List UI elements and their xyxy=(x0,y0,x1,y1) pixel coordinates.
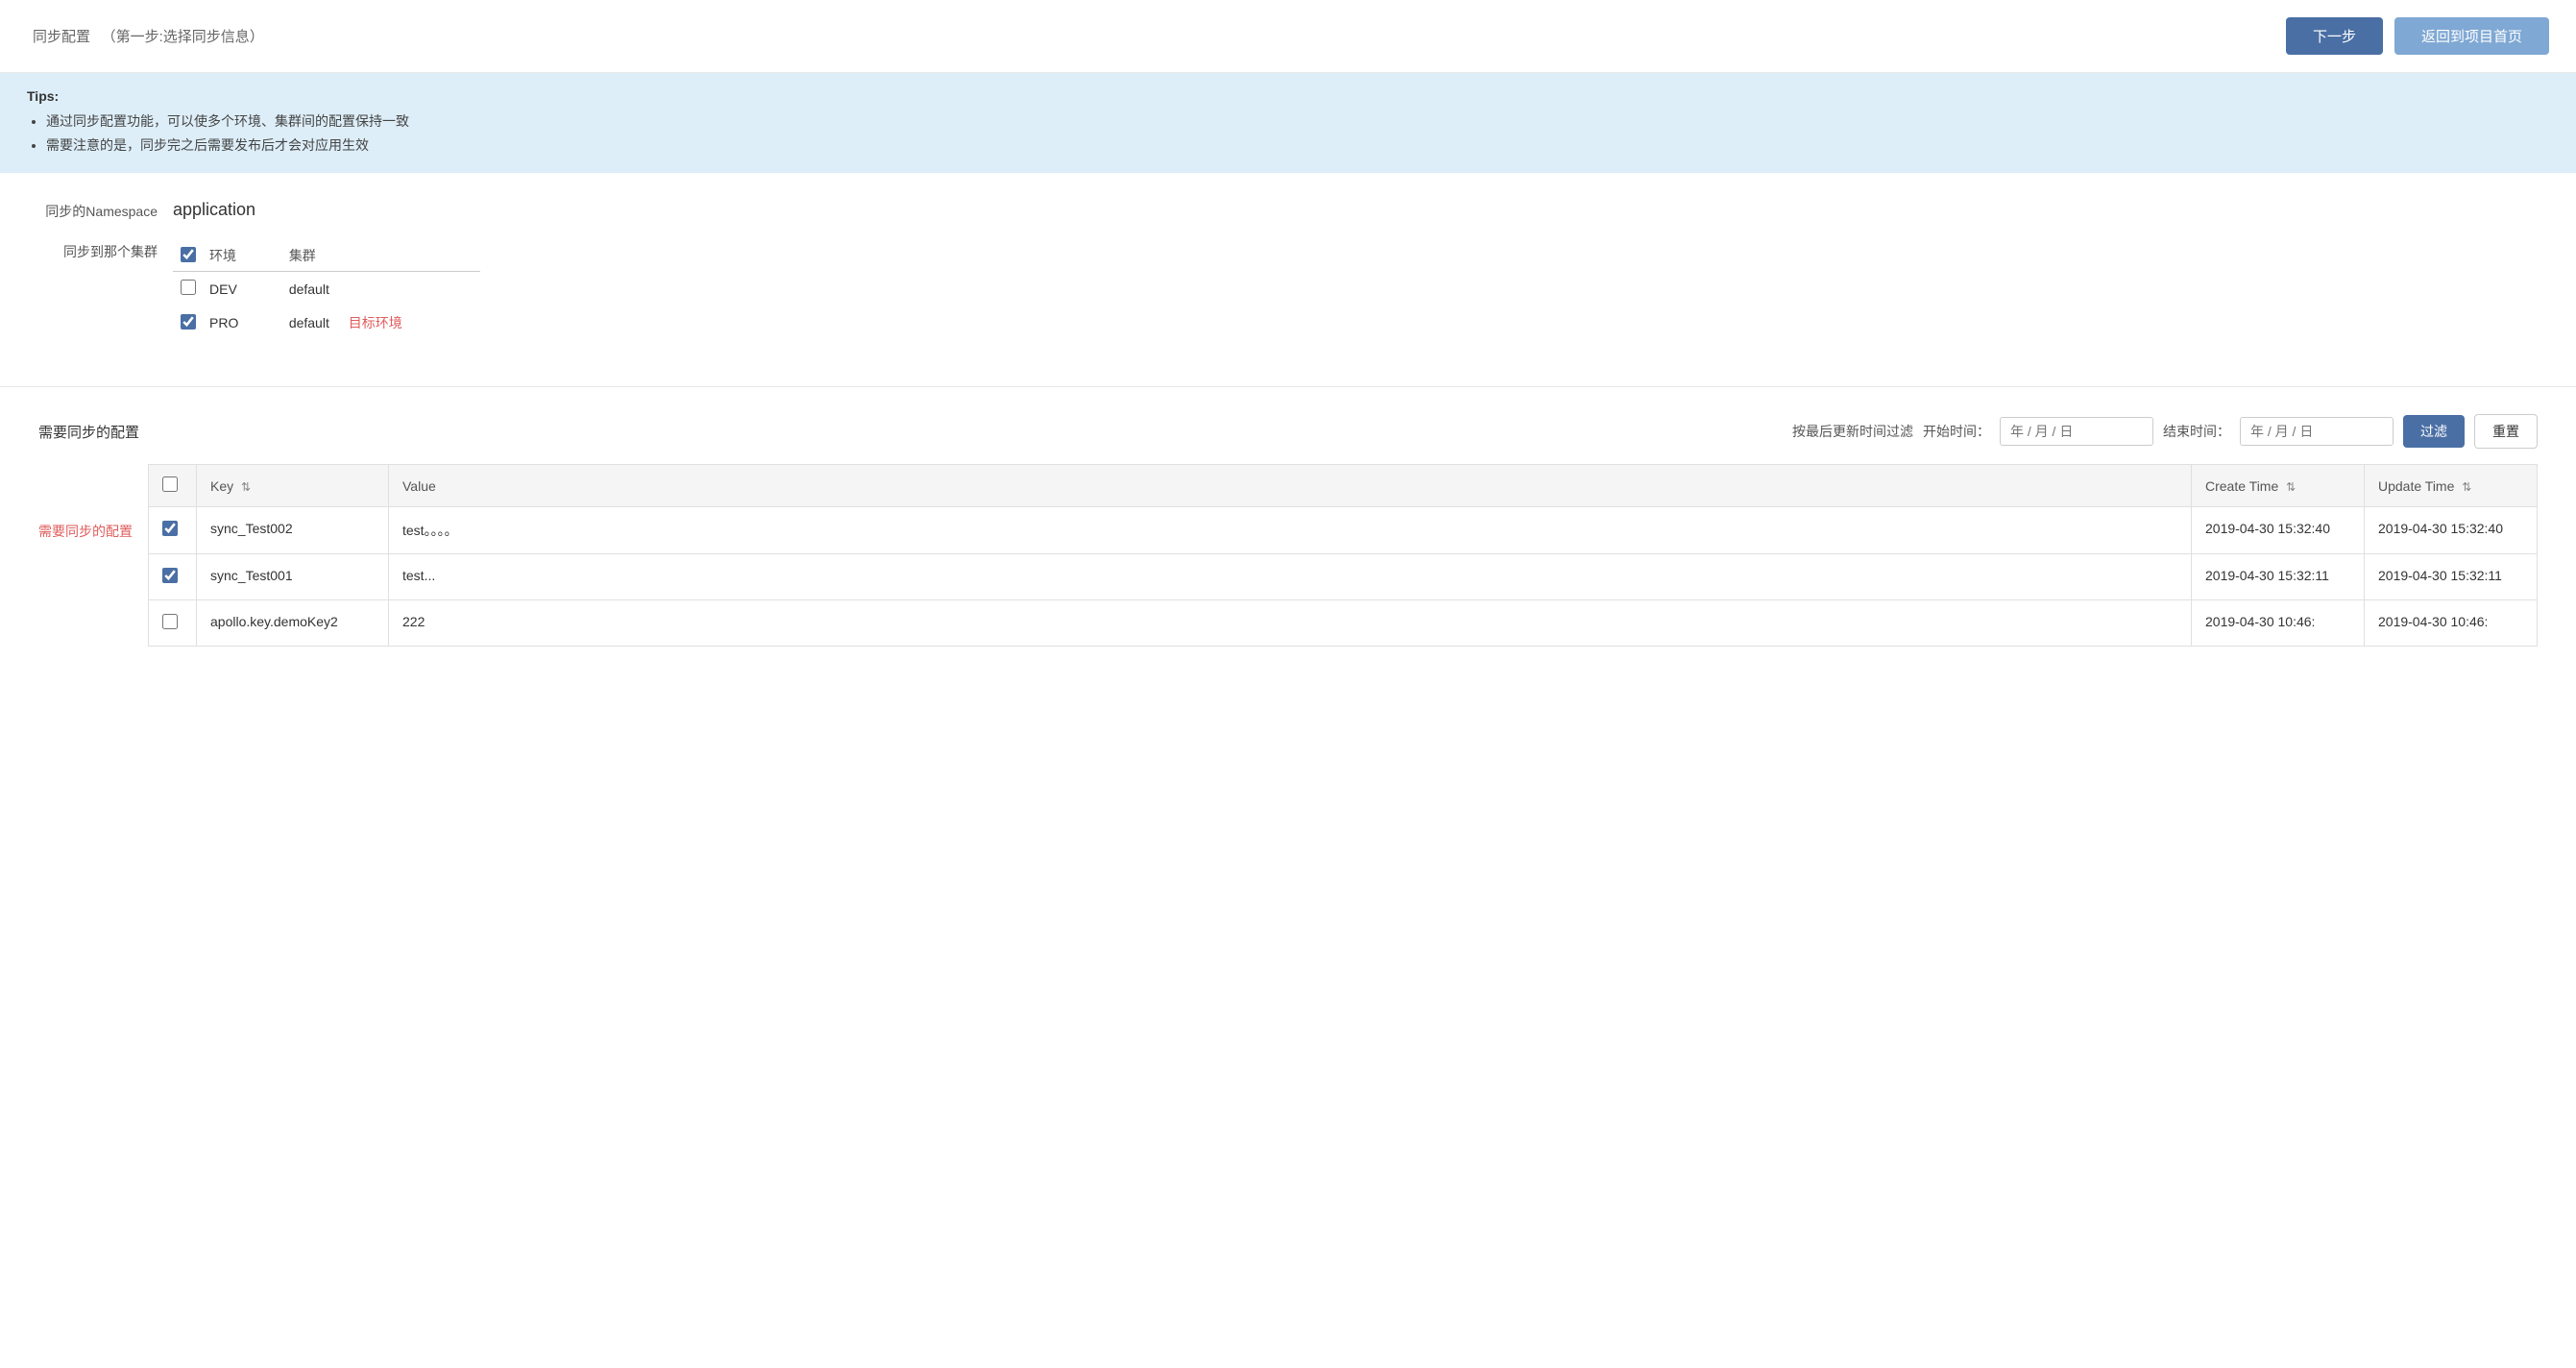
td-update-0: 2019-04-30 15:32:40 xyxy=(2365,507,2538,554)
th-create-time: Create Time ⇅ xyxy=(2192,465,2365,507)
filter-end-label: 结束时间： xyxy=(2163,422,2230,441)
key-sort-icon: ⇅ xyxy=(241,480,251,494)
td-key-0: sync_Test002 xyxy=(197,507,389,554)
cluster-td-cluster-pro: default 目标环境 xyxy=(281,305,480,340)
cluster-td-check-dev xyxy=(173,272,202,306)
table-row: apollo.key.demoKey2 222 2019-04-30 10:46… xyxy=(149,600,2538,647)
filter-label: 按最后更新时间过滤 xyxy=(1792,422,1913,441)
cluster-checkbox-pro[interactable] xyxy=(181,314,196,330)
cluster-th-check xyxy=(173,240,202,272)
update-sort-icon: ⇅ xyxy=(2462,480,2471,494)
tips-list: 通过同步配置功能，可以使多个环境、集群间的配置保持一致 需要注意的是，同步完之后… xyxy=(27,110,2549,158)
filter-button[interactable]: 过滤 xyxy=(2403,415,2465,448)
title-text: 同步配置 xyxy=(33,29,90,45)
cluster-row: 同步到那个集群 环境 集群 xyxy=(38,240,2538,340)
page-header: 同步配置 （第一步:选择同步信息） 下一步 返回到项目首页 xyxy=(0,0,2576,73)
row-checkbox-2[interactable] xyxy=(162,614,178,629)
sync-config-section: 同步的Namespace application 同步到那个集群 环境 集群 xyxy=(0,173,2576,387)
td-value-0: test。。。。 xyxy=(389,507,2192,554)
tip-item-1: 通过同步配置功能，可以使多个环境、集群间的配置保持一致 xyxy=(46,110,2549,134)
filter-start-label: 开始时间： xyxy=(1923,422,1990,441)
cluster-table-container: 环境 集群 DEV default xyxy=(173,240,480,340)
table-row: sync_Test001 test... 2019-04-30 15:32:11… xyxy=(149,554,2538,600)
td-update-1: 2019-04-30 15:32:11 xyxy=(2365,554,2538,600)
header-buttons: 下一步 返回到项目首页 xyxy=(2286,17,2549,55)
tip-item-2: 需要注意的是，同步完之后需要发布后才会对应用生效 xyxy=(46,134,2549,158)
cluster-row-dev: DEV default xyxy=(173,272,480,306)
cluster-checkbox-dev[interactable] xyxy=(181,280,196,295)
filter-start-date[interactable] xyxy=(2000,417,2153,446)
td-key-2: apollo.key.demoKey2 xyxy=(197,600,389,647)
tips-section: Tips: 通过同步配置功能，可以使多个环境、集群间的配置保持一致 需要注意的是… xyxy=(0,73,2576,173)
td-update-2: 2019-04-30 10:46: xyxy=(2365,600,2538,647)
cluster-table: 环境 集群 DEV default xyxy=(173,240,480,340)
back-to-home-button[interactable]: 返回到项目首页 xyxy=(2394,17,2549,55)
select-all-checkbox[interactable] xyxy=(162,476,178,492)
td-create-0: 2019-04-30 15:32:40 xyxy=(2192,507,2365,554)
td-check-1 xyxy=(149,554,197,600)
td-check-0 xyxy=(149,507,197,554)
cluster-th-env: 环境 xyxy=(202,240,281,272)
table-row: sync_Test002 test。。。。 2019-04-30 15:32:4… xyxy=(149,507,2538,554)
th-update-time: Update Time ⇅ xyxy=(2365,465,2538,507)
th-check xyxy=(149,465,197,507)
create-sort-icon: ⇅ xyxy=(2286,480,2296,494)
cluster-th-cluster: 集群 xyxy=(281,240,480,272)
subtitle-text: （第一步:选择同步信息） xyxy=(102,29,264,45)
td-value-1: test... xyxy=(389,554,2192,600)
table-scroll-container: Key ⇅ Value Create Time ⇅ Update Time xyxy=(148,464,2538,647)
cluster-td-check-pro xyxy=(173,305,202,340)
config-section-title: 需要同步的配置 xyxy=(38,422,139,442)
tips-title: Tips: xyxy=(27,88,2549,104)
page-title: 同步配置 （第一步:选择同步信息） xyxy=(27,25,264,47)
cluster-label: 同步到那个集群 xyxy=(38,240,173,261)
cluster-row-pro: PRO default 目标环境 xyxy=(173,305,480,340)
config-data-table: Key ⇅ Value Create Time ⇅ Update Time xyxy=(148,464,2538,647)
next-step-button[interactable]: 下一步 xyxy=(2286,17,2383,55)
config-side-label: 需要同步的配置 xyxy=(38,464,148,541)
td-check-2 xyxy=(149,600,197,647)
cluster-td-env-dev: DEV xyxy=(202,272,281,306)
cluster-table-header-row: 环境 集群 xyxy=(173,240,480,272)
config-table-wrapper: 需要同步的配置 Key ⇅ Value xyxy=(38,464,2538,647)
filter-end-date[interactable] xyxy=(2240,417,2394,446)
cluster-td-env-pro: PRO xyxy=(202,305,281,340)
th-key: Key ⇅ xyxy=(197,465,389,507)
cluster-check-all[interactable] xyxy=(181,247,196,262)
td-create-1: 2019-04-30 15:32:11 xyxy=(2192,554,2365,600)
config-section: 需要同步的配置 按最后更新时间过滤 开始时间： 结束时间： 过滤 重置 需要同步… xyxy=(0,387,2576,673)
target-env-label: 目标环境 xyxy=(349,315,402,330)
namespace-label: 同步的Namespace xyxy=(38,200,173,221)
reset-button[interactable]: 重置 xyxy=(2474,414,2538,449)
row-checkbox-0[interactable] xyxy=(162,521,178,536)
td-create-2: 2019-04-30 10:46: xyxy=(2192,600,2365,647)
td-key-1: sync_Test001 xyxy=(197,554,389,600)
filter-area: 按最后更新时间过滤 开始时间： 结束时间： 过滤 重置 xyxy=(158,414,2538,449)
td-value-2: 222 xyxy=(389,600,2192,647)
config-header: 需要同步的配置 按最后更新时间过滤 开始时间： 结束时间： 过滤 重置 xyxy=(38,414,2538,449)
data-table-header-row: Key ⇅ Value Create Time ⇅ Update Time xyxy=(149,465,2538,507)
namespace-value: application xyxy=(173,200,255,220)
th-value: Value xyxy=(389,465,2192,507)
row-checkbox-1[interactable] xyxy=(162,568,178,583)
namespace-row: 同步的Namespace application xyxy=(38,200,2538,221)
cluster-td-cluster-dev: default xyxy=(281,272,480,306)
